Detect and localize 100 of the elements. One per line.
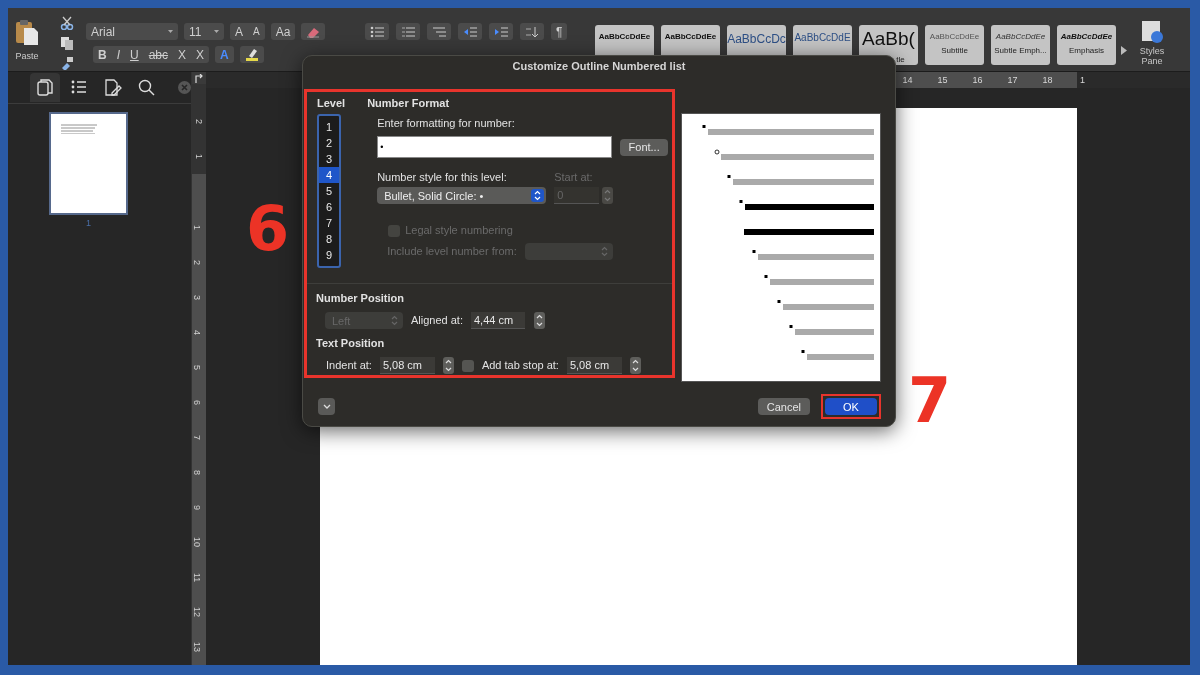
checkbox[interactable] xyxy=(461,359,474,372)
copy-icon[interactable] xyxy=(60,36,74,50)
field-label: Include level number from: xyxy=(387,245,517,258)
change-case-button[interactable]: Aa xyxy=(270,23,296,40)
field-label: Indent at: xyxy=(326,359,372,372)
level-item[interactable]: 9 xyxy=(319,247,339,263)
indent-at-field[interactable]: 5,08 cm xyxy=(379,357,435,374)
paintbrush-icon[interactable] xyxy=(60,56,74,70)
bulleted-list-icon xyxy=(370,25,384,38)
highlight-button[interactable] xyxy=(239,46,264,63)
grow-font-button[interactable]: A xyxy=(230,23,248,40)
document-pencil-icon xyxy=(103,78,123,97)
number-style-dropdown[interactable]: Bullet, Solid Circle: • xyxy=(377,187,547,204)
multilevel-list-icon xyxy=(432,25,446,38)
gallery-next-icon[interactable] xyxy=(1121,46,1127,55)
ruler-number: 10 xyxy=(192,536,202,550)
aligned-at-field[interactable]: 4,44 cm xyxy=(471,312,525,329)
paste-button[interactable]: Paste xyxy=(11,19,43,70)
search-icon xyxy=(137,78,157,97)
styles-pane-icon xyxy=(1140,20,1164,44)
level-item[interactable]: 1 xyxy=(319,119,339,135)
page-thumbnail[interactable] xyxy=(49,112,128,215)
step-number: 7 xyxy=(908,370,952,432)
section-heading: Number Position xyxy=(316,292,405,304)
style-preset[interactable]: AaBbCcDdEe Emphasis xyxy=(1057,25,1116,65)
tab-stop-field[interactable]: 5,08 cm xyxy=(566,357,622,374)
italic-button[interactable]: I xyxy=(111,46,125,63)
clipboard-icon xyxy=(15,19,39,45)
level-item[interactable]: 4 xyxy=(319,167,339,183)
level-item[interactable]: 7 xyxy=(319,215,339,231)
show-formatting-marks-button[interactable]: ¶ xyxy=(551,23,568,40)
ruler-number: 2 xyxy=(192,259,202,267)
style-preset[interactable]: AaBbCcDdEe Subtitle xyxy=(925,25,984,65)
checkbox-label: Legal style numbering xyxy=(405,224,513,237)
ruler-number: 8 xyxy=(192,469,202,477)
level-item[interactable]: 8 xyxy=(319,231,339,247)
superscript-button[interactable]: X xyxy=(191,46,210,63)
ruler-number: 12 xyxy=(192,606,202,620)
font-name-field[interactable]: Arial xyxy=(86,23,178,40)
number-format-field[interactable]: • xyxy=(377,136,613,158)
stepper-icon[interactable] xyxy=(534,312,545,329)
style-preview: AaBbCcDdE xyxy=(794,32,851,43)
sort-button[interactable] xyxy=(520,23,544,40)
subscript-button[interactable]: X xyxy=(173,46,192,63)
caret-icon xyxy=(214,30,219,33)
ruler-number: 17 xyxy=(1006,74,1019,87)
tab-stop-icon[interactable] xyxy=(195,73,203,83)
bulleted-list-button[interactable] xyxy=(365,23,389,40)
styles-pane-button[interactable]: Styles Pane xyxy=(1135,20,1169,66)
decrease-indent-button[interactable] xyxy=(458,23,482,40)
level-item[interactable]: 2 xyxy=(319,135,339,151)
expand-button[interactable] xyxy=(318,398,335,415)
ruler-number: 3 xyxy=(192,294,202,302)
ruler-number: 1 xyxy=(1079,74,1086,87)
ruler-number: 11 xyxy=(192,571,202,585)
cancel-button[interactable]: Cancel xyxy=(757,398,810,415)
style-label: Subtle Emph... xyxy=(994,46,1047,55)
clear-formatting-button[interactable] xyxy=(301,23,326,40)
section-heading: Number Format xyxy=(367,97,451,109)
level-item[interactable]: 3 xyxy=(319,151,339,167)
style-preset[interactable]: AaBbCcDdEe Subtle Emph... xyxy=(991,25,1050,65)
level-list[interactable]: 1 2 3 4 5 6 7 8 9 xyxy=(317,114,341,268)
increase-indent-icon xyxy=(494,25,508,38)
bold-button[interactable]: B xyxy=(93,46,112,63)
font-size-field[interactable]: 11 xyxy=(184,23,224,40)
font-button[interactable]: Font... xyxy=(620,138,669,156)
ruler-number: 14 xyxy=(901,74,914,87)
stepper-icon[interactable] xyxy=(442,357,454,374)
sidebar-tab[interactable] xyxy=(30,73,60,102)
style-preview: AaBbCcDdEe xyxy=(929,32,980,41)
field-label: Aligned at: xyxy=(411,314,463,327)
chevron-down-icon xyxy=(322,404,331,409)
field-label: Number style for this level: xyxy=(377,171,508,184)
ruler-number: 1 xyxy=(193,153,205,161)
step-number: 6 xyxy=(246,198,290,260)
ruler-number: 7 xyxy=(192,434,202,442)
page-number: 1 xyxy=(85,218,92,228)
style-preview: AaBbCcDdEe xyxy=(1060,32,1113,41)
ok-button[interactable]: OK xyxy=(825,398,877,415)
stepper-icon[interactable] xyxy=(629,357,641,374)
level-item[interactable]: 5 xyxy=(319,183,339,199)
style-label: Emphasis xyxy=(1068,46,1105,55)
underline-button[interactable]: U xyxy=(125,46,144,63)
level-item[interactable]: 6 xyxy=(319,199,339,215)
shrink-font-button[interactable]: A xyxy=(248,23,265,40)
ruler-number: 16 xyxy=(971,74,984,87)
caret-icon xyxy=(168,30,173,33)
ruler-number: 1 xyxy=(192,224,202,232)
multilevel-list-button[interactable] xyxy=(427,23,451,40)
increase-indent-button[interactable] xyxy=(489,23,513,40)
stepper-icon xyxy=(602,187,614,204)
highlighter-icon xyxy=(244,48,259,61)
ruler-number: 4 xyxy=(192,329,202,337)
numbered-list-button[interactable] xyxy=(396,23,420,40)
pages-icon xyxy=(35,78,55,97)
ruler-number: 15 xyxy=(936,74,949,87)
strikethrough-button[interactable]: abc xyxy=(143,46,174,63)
decrease-indent-icon xyxy=(463,25,477,38)
eraser-icon xyxy=(306,25,321,38)
scissors-icon[interactable] xyxy=(60,16,74,30)
